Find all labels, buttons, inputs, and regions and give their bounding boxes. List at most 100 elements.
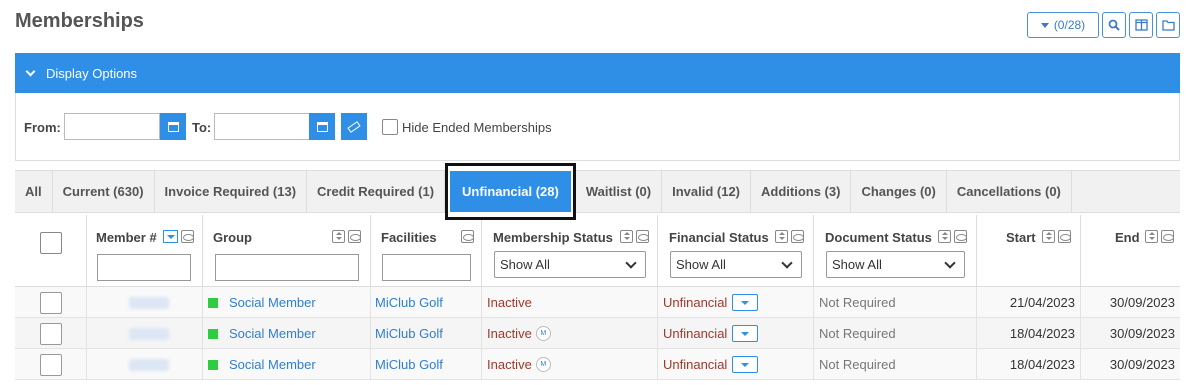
group-filter-input[interactable] [215, 254, 359, 281]
group-link[interactable]: Social Member [229, 357, 316, 372]
row-checkbox[interactable] [40, 322, 62, 345]
end-date-value: 30/09/2023 [1109, 357, 1175, 372]
financial-status-column-header: Financial Status Show All [658, 215, 814, 287]
member-number-cell[interactable] [87, 287, 203, 318]
to-calendar-button[interactable] [309, 113, 335, 140]
row-select-cell [15, 349, 87, 380]
tab-current[interactable]: Current (630) [53, 171, 155, 212]
caret-down-icon [741, 300, 750, 305]
eye-icon[interactable] [1161, 230, 1174, 243]
from-calendar-button[interactable] [160, 113, 186, 140]
selection-count-button[interactable]: (0/28) [1027, 12, 1099, 38]
table-row: Social Member MiClub Golf Inactive Unfin… [15, 287, 1180, 318]
eye-icon[interactable] [636, 230, 649, 243]
tab-credit-required[interactable]: Credit Required (1) [307, 171, 446, 212]
document-status-value: Not Required [819, 326, 896, 341]
eye-icon[interactable] [1058, 230, 1071, 243]
eye-icon[interactable] [954, 230, 967, 243]
select-all-checkbox[interactable] [40, 232, 62, 254]
financial-status-dropdown[interactable] [732, 325, 759, 342]
to-date-input[interactable] [214, 113, 310, 140]
from-date-input[interactable] [64, 113, 160, 140]
sort-icon[interactable] [332, 230, 345, 243]
start-column-header: Start [977, 215, 1081, 287]
from-label: From: [24, 120, 61, 135]
columns-button[interactable] [1129, 12, 1153, 38]
start-date-value: 18/04/2023 [1009, 357, 1075, 372]
sort-icon[interactable] [775, 230, 788, 243]
hide-ended-checkbox[interactable] [382, 119, 398, 135]
member-filter-input[interactable] [97, 254, 191, 281]
start-date-value: 18/04/2023 [1009, 326, 1075, 341]
eye-icon[interactable] [348, 230, 361, 243]
sort-icon[interactable] [620, 230, 633, 243]
chevron-down-icon [944, 257, 956, 269]
columns-icon [1134, 19, 1148, 31]
display-options-toggle[interactable]: Display Options [15, 53, 1180, 93]
document-status-select[interactable]: Show All [826, 251, 965, 278]
member-number-cell[interactable] [87, 318, 203, 349]
membership-badge[interactable]: M [535, 357, 551, 372]
sort-icon[interactable] [938, 230, 951, 243]
tab-changes[interactable]: Changes (0) [851, 171, 947, 212]
financial-status-dropdown[interactable] [732, 356, 759, 373]
group-link[interactable]: Social Member [229, 326, 316, 341]
member-number-cell[interactable] [87, 349, 203, 380]
end-column-header: End [1081, 215, 1180, 287]
tab-waitlist[interactable]: Waitlist (0) [576, 171, 663, 212]
folder-button[interactable] [1156, 12, 1180, 38]
tab-invalid[interactable]: Invalid (12) [662, 171, 752, 212]
facilities-cell: MiClub Golf [371, 287, 482, 318]
membership-status-cell: Inactive M [482, 349, 658, 380]
search-icon [1108, 19, 1120, 31]
caret-down-icon [1040, 22, 1049, 28]
group-cell: Social Member [203, 287, 371, 318]
row-checkbox[interactable] [40, 353, 62, 376]
group-link[interactable]: Social Member [229, 295, 316, 310]
facilities-column-label: Facilities [381, 230, 437, 245]
filter-panel: From: To: Hide Ended Memberships [15, 93, 1180, 161]
group-color-swatch [208, 328, 218, 339]
membership-status-cell: Inactive [482, 287, 658, 318]
clear-dates-button[interactable] [341, 113, 367, 140]
facilities-link[interactable]: MiClub Golf [375, 357, 443, 372]
membership-badge[interactable]: M [535, 326, 551, 341]
financial-status-select[interactable]: Show All [670, 251, 802, 278]
chevron-down-icon [25, 66, 36, 76]
tab-additions[interactable]: Additions (3) [751, 171, 852, 212]
document-status-cell: Not Required [814, 287, 977, 318]
facilities-filter-input[interactable] [382, 254, 471, 281]
row-checkbox[interactable] [40, 291, 62, 314]
folder-icon [1161, 20, 1175, 31]
financial-status-dropdown[interactable] [732, 294, 759, 311]
sort-icon[interactable] [1042, 230, 1055, 243]
tab-cancellations[interactable]: Cancellations (0) [947, 171, 1072, 212]
membership-status-select[interactable]: Show All [494, 251, 646, 278]
facilities-cell: MiClub Golf [371, 318, 482, 349]
chevron-down-icon [625, 257, 637, 269]
to-label: To: [192, 120, 212, 135]
eye-icon[interactable] [181, 230, 194, 243]
membership-status-column-header: Membership Status Show All [482, 215, 658, 287]
end-date-cell: 30/09/2023 [1081, 287, 1180, 318]
facilities-link[interactable]: MiClub Golf [375, 295, 443, 310]
dropdown-icon[interactable] [163, 230, 178, 243]
redacted-member-number [129, 296, 169, 309]
caret-down-icon [741, 362, 750, 367]
tab-invoice-required[interactable]: Invoice Required (13) [155, 171, 308, 212]
search-button[interactable] [1102, 12, 1126, 38]
redacted-member-number [129, 358, 169, 371]
eye-icon[interactable] [791, 230, 804, 243]
sort-icon[interactable] [1145, 230, 1158, 243]
selection-count-label: (0/28) [1053, 18, 1086, 32]
facilities-link[interactable]: MiClub Golf [375, 326, 443, 341]
group-cell: Social Member [203, 318, 371, 349]
display-options-label: Display Options [46, 65, 138, 81]
tab-all[interactable]: All [15, 171, 53, 212]
eye-icon[interactable] [461, 230, 474, 243]
tab-unfinancial[interactable]: Unfinancial (28) [445, 163, 576, 220]
caret-down-icon [741, 331, 750, 336]
eraser-icon [347, 120, 361, 133]
table-header: Member # Group Facilities Membership Sta… [15, 215, 1180, 287]
financial-status-column-label: Financial Status [669, 230, 769, 245]
